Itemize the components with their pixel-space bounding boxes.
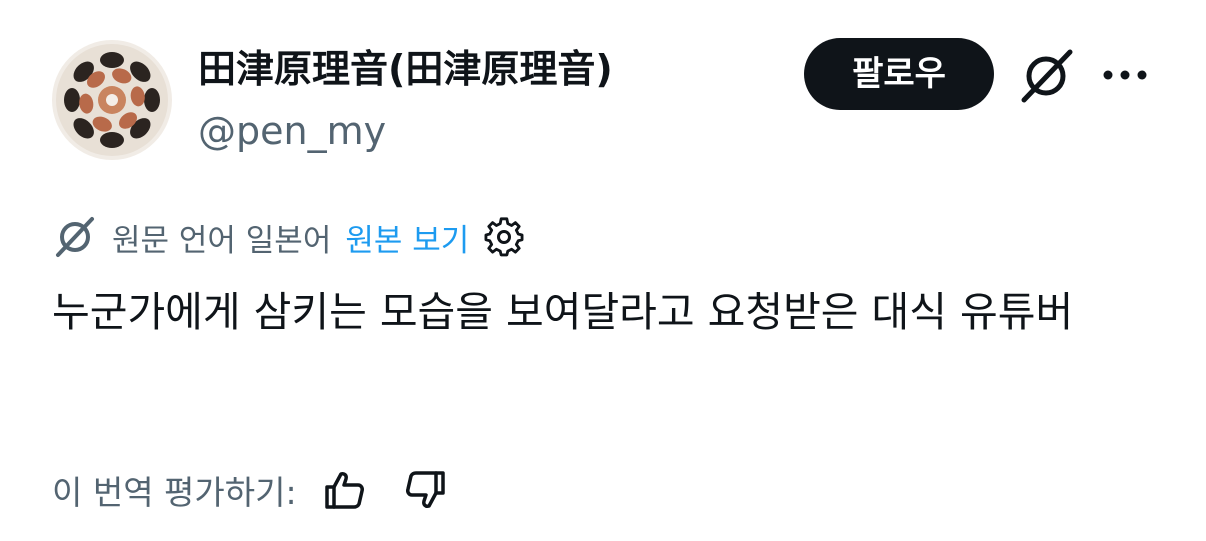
avatar-image: [52, 40, 172, 160]
source-language-label: 원문 언어 일본어: [112, 222, 332, 259]
rate-translation-label: 이 번역 평가하기:: [52, 473, 297, 512]
avatar[interactable]: [52, 40, 172, 160]
tweet-text: 누군가에게 삼키는 모습을 보여달라고 요청받은 대식 유튜버: [52, 288, 1074, 336]
follow-button[interactable]: 팔로우: [804, 38, 994, 110]
translation-rating: 이 번역 평가하기:: [52, 464, 449, 516]
grok-icon[interactable]: [1016, 46, 1076, 106]
thumbs-down-icon[interactable]: [403, 467, 449, 513]
grok-translate-icon: [56, 217, 94, 257]
gear-icon[interactable]: [483, 216, 525, 258]
user-handle[interactable]: @pen_my: [198, 106, 386, 156]
display-name[interactable]: 田津原理音(田津原理音): [198, 44, 613, 94]
translation-bar: 원문 언어 일본어 원본 보기: [52, 212, 525, 262]
more-icon[interactable]: [1100, 60, 1150, 90]
thumbs-up-icon[interactable]: [321, 467, 367, 513]
view-original-link[interactable]: 원본 보기: [345, 215, 469, 260]
